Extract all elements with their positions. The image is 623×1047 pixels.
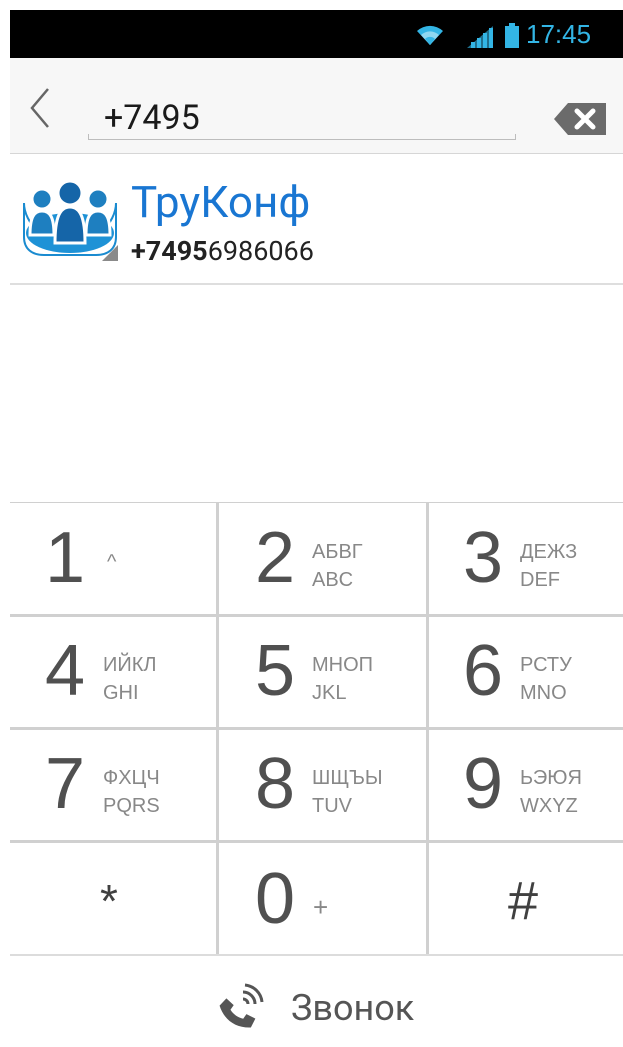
key-1[interactable]: 1 ^ bbox=[10, 503, 216, 614]
key-digit: 5 bbox=[255, 631, 296, 711]
key-letters-latin: ABC bbox=[312, 569, 354, 591]
call-label: Звонок bbox=[291, 987, 415, 1029]
key-8[interactable]: 8 ШЩЪЫ TUV bbox=[219, 730, 426, 840]
key-letters-latin: MNO bbox=[520, 682, 567, 704]
key-letters-latin: DEF bbox=[520, 569, 560, 591]
back-icon[interactable] bbox=[28, 87, 52, 129]
trueconf-logo-icon bbox=[23, 179, 118, 261]
backspace-icon[interactable] bbox=[554, 103, 606, 135]
search-results-area bbox=[10, 286, 623, 502]
input-underline bbox=[88, 134, 516, 140]
key-7[interactable]: 7 ФХЦЧ PQRS bbox=[10, 730, 216, 840]
key-digit: 0 bbox=[255, 859, 296, 939]
call-button[interactable]: Звонок bbox=[10, 954, 623, 1047]
key-letters-cyrillic: ЬЭЮЯ bbox=[520, 767, 582, 789]
key-letters-latin: JKL bbox=[312, 682, 347, 704]
battery-icon bbox=[505, 23, 519, 48]
key-letters-cyrillic: РСТУ bbox=[520, 654, 572, 676]
key-digit: 3 bbox=[463, 518, 504, 598]
key-digit: 9 bbox=[463, 744, 504, 824]
key-5[interactable]: 5 МНОП JKL bbox=[219, 617, 426, 727]
key-star[interactable]: * bbox=[10, 843, 216, 954]
key-letters-cyrillic: ФХЦЧ bbox=[103, 767, 160, 789]
key-letters-cyrillic: ИЙКЛ bbox=[103, 654, 157, 676]
key-digit: 2 bbox=[255, 518, 296, 598]
key-0[interactable]: 0 + bbox=[219, 843, 426, 954]
dial-keypad: 1 ^ 2 АБВГ ABC 3 ДЕЖЗ DEF 4 ИЙКЛ GHI 5 М… bbox=[10, 502, 623, 954]
key-2[interactable]: 2 АБВГ ABC bbox=[219, 503, 426, 614]
key-letters-cyrillic: ДЕЖЗ bbox=[520, 541, 578, 563]
phone-call-icon bbox=[219, 983, 264, 1028]
key-4[interactable]: 4 ИЙКЛ GHI bbox=[10, 617, 216, 727]
matched-digits: +7495 bbox=[131, 235, 208, 267]
remaining-digits: 6986066 bbox=[207, 235, 314, 267]
key-letters-cyrillic: ШЩЪЫ bbox=[312, 767, 383, 789]
dialed-number: +7495 bbox=[104, 98, 200, 138]
key-letters-latin: PQRS bbox=[103, 795, 160, 817]
key-digit: 7 bbox=[45, 744, 86, 824]
key-letters-latin: GHI bbox=[103, 682, 139, 704]
key-letters-cyrillic: АБВГ bbox=[312, 541, 363, 563]
status-bar: 17:45 bbox=[10, 10, 623, 58]
contact-number: +74956986066 bbox=[131, 235, 314, 267]
key-digit: 6 bbox=[463, 631, 504, 711]
contact-name: ТруКонф bbox=[131, 176, 311, 228]
key-hash[interactable]: # bbox=[429, 843, 623, 954]
signal-icon bbox=[467, 26, 493, 48]
clock: 17:45 bbox=[526, 19, 592, 49]
key-digit: 4 bbox=[45, 631, 86, 711]
key-6[interactable]: 6 РСТУ MNO bbox=[429, 617, 623, 727]
key-letters-latin: TUV bbox=[312, 795, 352, 817]
key-plus-label: + bbox=[313, 892, 329, 922]
key-digit: 8 bbox=[255, 744, 296, 824]
key-letters-cyrillic: МНОП bbox=[312, 654, 374, 676]
key-9[interactable]: 9 ЬЭЮЯ WXYZ bbox=[429, 730, 623, 840]
wifi-icon bbox=[417, 25, 443, 45]
key-symbol: * bbox=[100, 875, 118, 927]
key-symbol: # bbox=[508, 871, 539, 931]
contact-suggestion[interactable]: ТруКонф +74956986066 bbox=[10, 155, 623, 285]
key-3[interactable]: 3 ДЕЖЗ DEF bbox=[429, 503, 623, 614]
key-letters-latin: WXYZ bbox=[520, 795, 578, 817]
dialer-screen: 17:45 +7495 ТруКонф +74956986066 1 ^ 2 А… bbox=[10, 10, 623, 1047]
key-digit: 1 bbox=[45, 518, 86, 598]
key-letters: ^ bbox=[107, 551, 117, 573]
number-input[interactable]: +7495 bbox=[88, 74, 516, 152]
number-input-bar: +7495 bbox=[10, 58, 623, 154]
